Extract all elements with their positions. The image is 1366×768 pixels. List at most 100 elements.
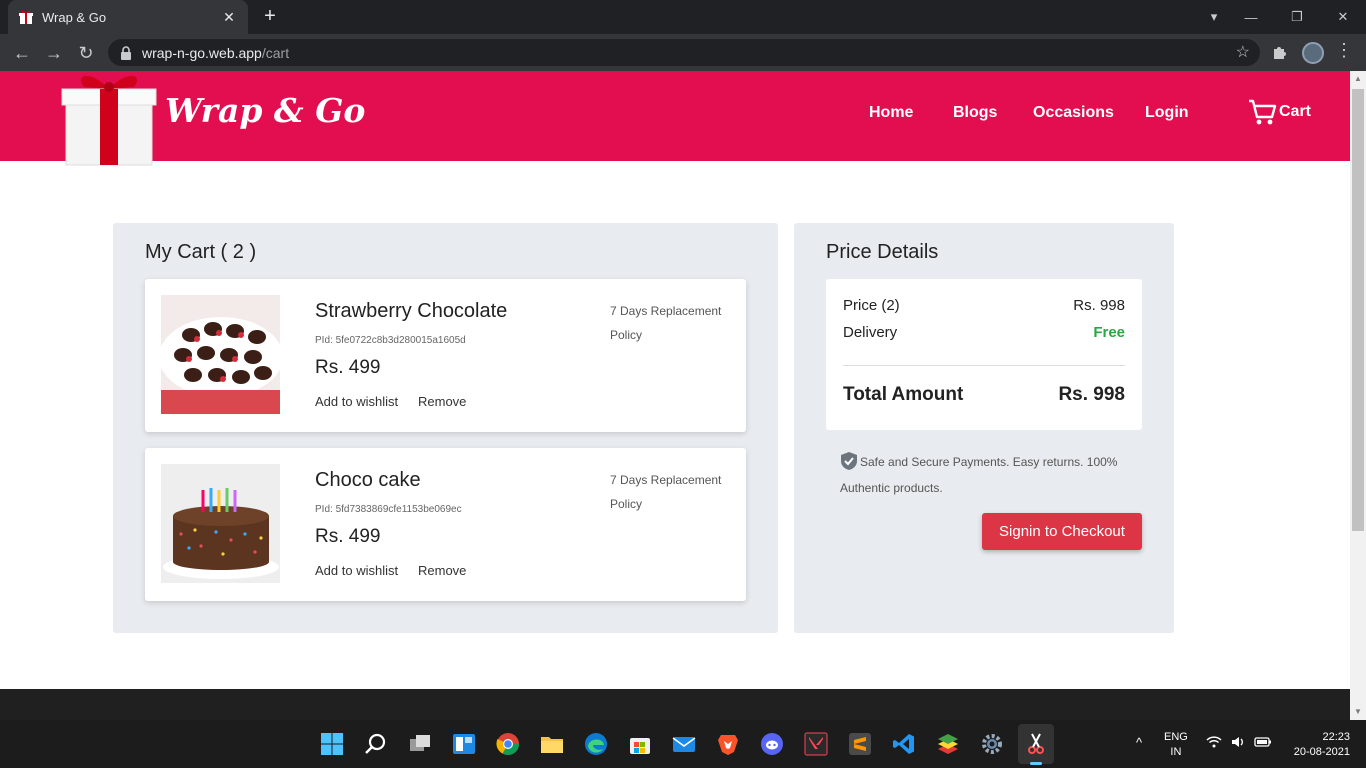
browser-toolbar: ← → ↻ wrap-n-go.web.app/cart ☆ ⋮	[0, 34, 1366, 71]
tab-close-icon[interactable]: ✕	[220, 9, 238, 26]
item-name: Choco cake	[315, 469, 421, 491]
profile-avatar[interactable]	[1302, 42, 1324, 64]
add-to-wishlist-button[interactable]: Add to wishlist	[315, 563, 398, 578]
tab-title: Wrap & Go	[42, 9, 107, 25]
cart-panel: My Cart ( 2 ) Strawberry Chocolate PId: …	[113, 223, 778, 633]
nav-blogs[interactable]: Blogs	[953, 104, 997, 122]
settings-gear-icon[interactable]	[980, 732, 1004, 756]
item-price: Rs. 499	[315, 526, 381, 547]
item-price: Rs. 499	[315, 357, 381, 378]
active-app-indicator	[1030, 762, 1042, 765]
clock-time: 22:23	[1322, 731, 1350, 743]
system-clock[interactable]: 22:23 20-08-2021	[1286, 730, 1350, 760]
browser-tab[interactable]: Wrap & Go ✕	[8, 0, 248, 34]
battery-icon[interactable]	[1254, 734, 1272, 750]
snipping-tool-icon[interactable]	[1024, 732, 1048, 756]
lang-region: IN	[1170, 746, 1182, 758]
item-name: Strawberry Chocolate	[315, 300, 508, 322]
windows-taskbar: ^ ENG IN 22:23 20-08-2021	[0, 720, 1366, 768]
price-summary-card: Price (2) Rs. 998 Delivery Free Total Am…	[826, 279, 1142, 430]
new-tab-button[interactable]: +	[260, 6, 280, 26]
price-details-panel: Price Details Price (2) Rs. 998 Delivery…	[794, 223, 1174, 633]
total-amount-label: Total Amount	[843, 384, 964, 405]
scroll-down-arrow-icon[interactable]: ▼	[1350, 704, 1366, 720]
gift-box-logo-icon[interactable]	[60, 71, 158, 169]
mail-icon[interactable]	[672, 732, 696, 756]
price-label: Price (2)	[843, 297, 900, 314]
secure-payments-note: Safe and Secure Payments. Easy returns. …	[840, 449, 1140, 501]
cart-item: Choco cake PId: 5fd7383869cfe1153be069ec…	[145, 448, 746, 601]
forward-button[interactable]: →	[42, 41, 66, 65]
bookmark-star-icon[interactable]: ☆	[1236, 42, 1250, 62]
shield-check-icon	[841, 452, 857, 470]
page-footer	[0, 689, 1350, 720]
lang-primary: ENG	[1164, 731, 1188, 743]
extensions-puzzle-icon[interactable]	[1270, 42, 1290, 62]
nav-login[interactable]: Login	[1145, 104, 1189, 122]
brave-browser-icon[interactable]	[716, 732, 740, 756]
item-pid: PId: 5fd7383869cfe1153be069ec	[315, 504, 462, 515]
file-explorer-icon[interactable]	[540, 732, 564, 756]
lock-icon	[121, 45, 131, 60]
restore-button[interactable]: ❐	[1274, 9, 1320, 25]
delivery-label: Delivery	[843, 324, 898, 341]
search-icon[interactable]	[364, 732, 388, 756]
secure-text: Safe and Secure Payments. Easy returns. …	[840, 455, 1118, 495]
reload-button[interactable]: ↻	[74, 41, 98, 65]
add-to-wishlist-button[interactable]: Add to wishlist	[315, 394, 398, 409]
item-pid: PId: 5fe0722c8b3d280015a1605d	[315, 335, 466, 346]
widgets-icon[interactable]	[452, 732, 476, 756]
address-bar[interactable]: wrap-n-go.web.app/cart ☆	[108, 39, 1260, 66]
replacement-policy: 7 Days Replacement Policy	[610, 473, 722, 511]
remove-item-button[interactable]: Remove	[418, 563, 466, 578]
choco-cake-image[interactable]	[161, 464, 280, 583]
volume-icon[interactable]	[1230, 734, 1246, 750]
show-hidden-icons-chevron-icon[interactable]: ^	[1136, 735, 1142, 750]
browser-tabbar: Wrap & Go ✕ + ▾ — ❐ ✕	[0, 0, 1366, 34]
remove-item-button[interactable]: Remove	[418, 394, 466, 409]
site-header: Wrap & Go Home Blogs Occasions Login Car…	[0, 71, 1350, 166]
valorant-icon[interactable]	[804, 732, 828, 756]
discord-icon[interactable]	[760, 732, 784, 756]
gift-favicon-icon	[19, 10, 33, 24]
language-indicator[interactable]: ENG IN	[1164, 730, 1188, 760]
close-window-button[interactable]: ✕	[1320, 9, 1366, 25]
nav-occasions[interactable]: Occasions	[1033, 104, 1114, 122]
browser-menu-icon[interactable]: ⋮	[1334, 40, 1354, 61]
price-details-title: Price Details	[826, 241, 939, 263]
url-path: /cart	[261, 44, 290, 61]
scroll-up-arrow-icon[interactable]: ▲	[1350, 71, 1366, 87]
price-value: Rs. 998	[1073, 297, 1125, 314]
url-host: wrap-n-go.web.app	[142, 44, 262, 61]
logo-text[interactable]: Wrap & Go	[165, 91, 365, 130]
scroll-thumb[interactable]	[1352, 89, 1364, 531]
delivery-value: Free	[1093, 324, 1125, 341]
windows-start-icon[interactable]	[320, 732, 344, 756]
edge-icon[interactable]	[584, 732, 608, 756]
bluestacks-icon[interactable]	[936, 732, 960, 756]
nav-home[interactable]: Home	[869, 104, 913, 122]
chrome-icon[interactable]	[496, 732, 520, 756]
task-view-icon[interactable]	[408, 732, 432, 756]
nav-cart-label: Cart	[1279, 103, 1312, 120]
back-button[interactable]: ←	[10, 41, 34, 65]
strawberry-chocolate-image[interactable]	[161, 295, 280, 414]
wifi-icon[interactable]	[1206, 734, 1222, 750]
nav-cart[interactable]: Cart	[1247, 98, 1311, 126]
cart-item: Strawberry Chocolate PId: 5fe0722c8b3d28…	[145, 279, 746, 432]
signin-to-checkout-button[interactable]: Signin to Checkout	[982, 513, 1142, 550]
divider	[843, 365, 1125, 366]
page-scrollbar[interactable]: ▲ ▼	[1350, 71, 1366, 720]
tab-search-icon[interactable]: ▾	[1200, 9, 1228, 25]
shopping-cart-icon	[1249, 99, 1277, 125]
window-controls: ▾ — ❐ ✕	[1200, 0, 1366, 34]
system-tray-icons[interactable]	[1206, 734, 1272, 750]
replacement-policy: 7 Days Replacement Policy	[610, 304, 722, 342]
sublime-text-icon[interactable]	[848, 732, 872, 756]
minimize-button[interactable]: —	[1228, 10, 1274, 25]
cart-title: My Cart ( 2 )	[145, 241, 257, 263]
total-amount-value: Rs. 998	[1058, 384, 1125, 405]
vscode-icon[interactable]	[892, 732, 916, 756]
microsoft-store-icon[interactable]	[628, 732, 652, 756]
clock-date: 20-08-2021	[1293, 746, 1350, 758]
